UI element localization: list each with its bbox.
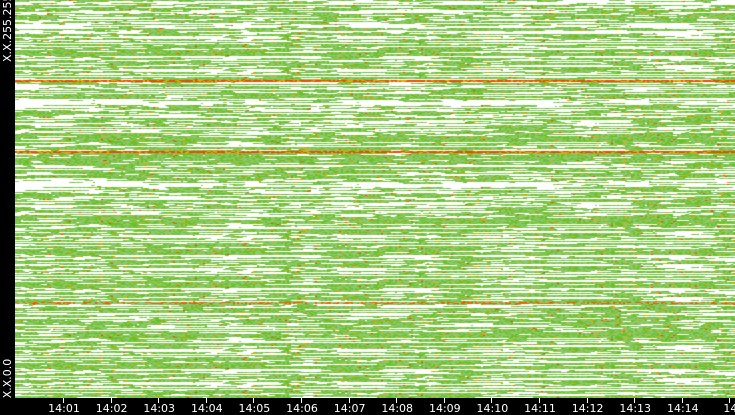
x-tick-label: 14:12 <box>571 402 604 415</box>
x-tick-label: 14:05 <box>238 402 271 415</box>
x-tick-label: 14:14 <box>666 402 699 415</box>
x-tick-label: 14:04 <box>190 402 223 415</box>
x-tick-label: 14:11 <box>524 402 556 415</box>
x-tick-label: 14:10 <box>476 402 509 415</box>
x-tick-label: 14:07 <box>333 402 366 415</box>
x-tick-label: 14:03 <box>143 402 176 415</box>
x-tick-label: 14:01 <box>48 402 80 415</box>
x-tick-label: 14:09 <box>428 402 461 415</box>
x-tick-label: 14:08 <box>381 402 414 415</box>
y-axis: X.X.255.255 X.X.0.0 <box>0 0 15 398</box>
x-tick-label: 14:13 <box>619 402 652 415</box>
x-tick-label: 14:02 <box>95 402 128 415</box>
x-tick-label: 14:06 <box>286 402 318 415</box>
y-tick-label-top: X.X.255.255 <box>1 0 14 62</box>
x-axis: 14:01 14:02 14:03 14:04 14:05 14:06 14:07 14:08… <box>0 398 735 415</box>
heatmap-plot <box>15 0 735 398</box>
x-tick-label: 14 <box>723 402 735 415</box>
